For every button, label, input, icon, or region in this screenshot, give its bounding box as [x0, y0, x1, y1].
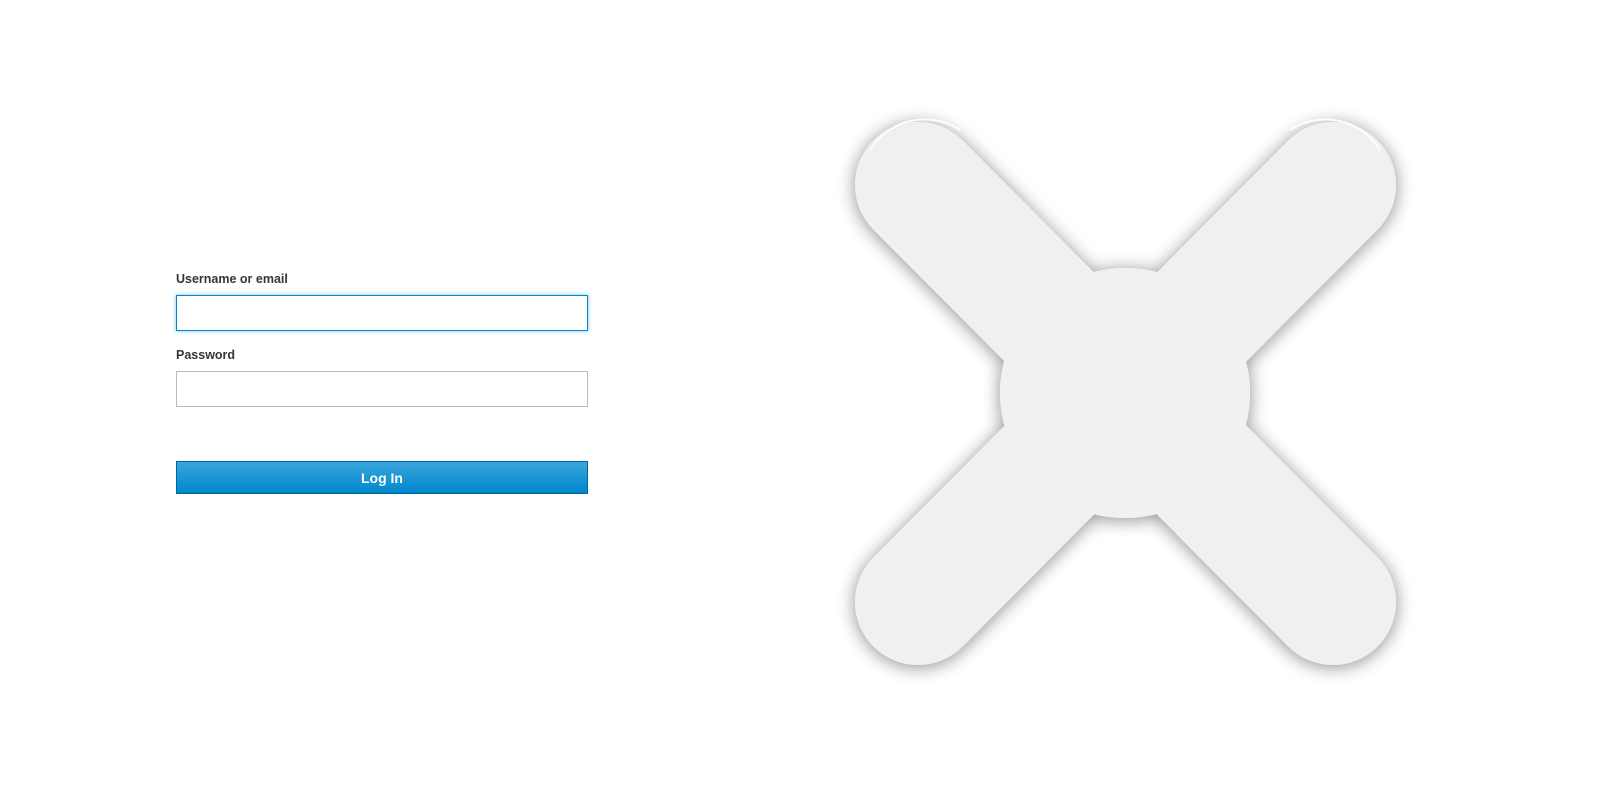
password-input[interactable]	[176, 371, 588, 407]
username-input[interactable]	[176, 295, 588, 331]
x-logo-icon	[820, 90, 1430, 700]
password-group: Password	[176, 346, 588, 407]
login-page: Username or email Password Log In	[0, 0, 1600, 803]
login-button[interactable]: Log In	[176, 461, 588, 494]
login-form: Username or email Password Log In	[176, 270, 588, 494]
x-logo-graphic	[855, 118, 1396, 665]
password-label: Password	[176, 348, 236, 362]
username-label: Username or email	[176, 272, 288, 286]
username-group: Username or email	[176, 270, 588, 331]
